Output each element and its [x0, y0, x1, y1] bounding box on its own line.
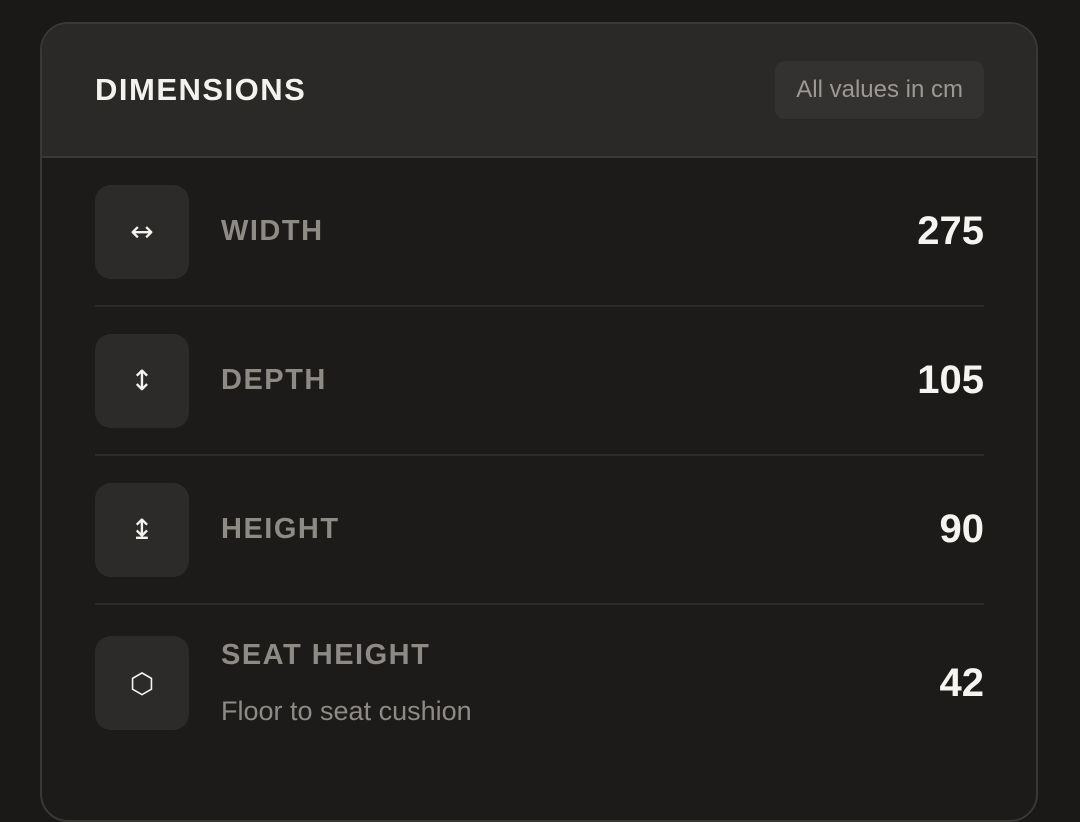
- dimension-value: 90: [939, 507, 985, 551]
- row-text: SEAT HEIGHT Floor to seat cushion: [221, 639, 940, 727]
- dimension-value: 42: [939, 660, 985, 705]
- card-header: DIMENSIONS All values in cm: [42, 24, 1036, 158]
- height-arrow-icon: ↨: [95, 482, 189, 577]
- dimension-row-depth: ↕ DEPTH 105: [95, 307, 984, 456]
- dimension-row-width: ↔ WIDTH 275: [95, 158, 984, 307]
- row-text: DEPTH: [221, 364, 917, 397]
- dimension-row-height: ↨ HEIGHT 90: [95, 456, 984, 605]
- horizontal-arrows-icon: ↔: [95, 184, 189, 279]
- vertical-arrows-icon: ↕: [95, 333, 189, 428]
- dimension-value: 105: [917, 358, 984, 402]
- card-title: DIMENSIONS: [95, 72, 307, 107]
- dimensions-card: DIMENSIONS All values in cm ↔ WIDTH 275 …: [40, 22, 1038, 822]
- dimension-list: ↔ WIDTH 275 ↕ DEPTH 105 ↨ HEIGHT 90 ⬡ SE…: [42, 158, 1036, 761]
- row-text: HEIGHT: [221, 513, 940, 546]
- dimension-label: WIDTH: [221, 215, 324, 247]
- dimension-value: 275: [917, 209, 984, 253]
- dimension-label: HEIGHT: [221, 513, 340, 545]
- dimension-label: SEAT HEIGHT: [221, 639, 431, 671]
- dimension-label: DEPTH: [221, 364, 327, 396]
- row-text: WIDTH: [221, 215, 917, 248]
- dimension-row-seat-height: ⬡ SEAT HEIGHT Floor to seat cushion 42: [95, 605, 984, 761]
- hexagon-icon: ⬡: [95, 636, 189, 730]
- dimension-description: Floor to seat cushion: [221, 696, 472, 726]
- unit-badge: All values in cm: [775, 61, 984, 119]
